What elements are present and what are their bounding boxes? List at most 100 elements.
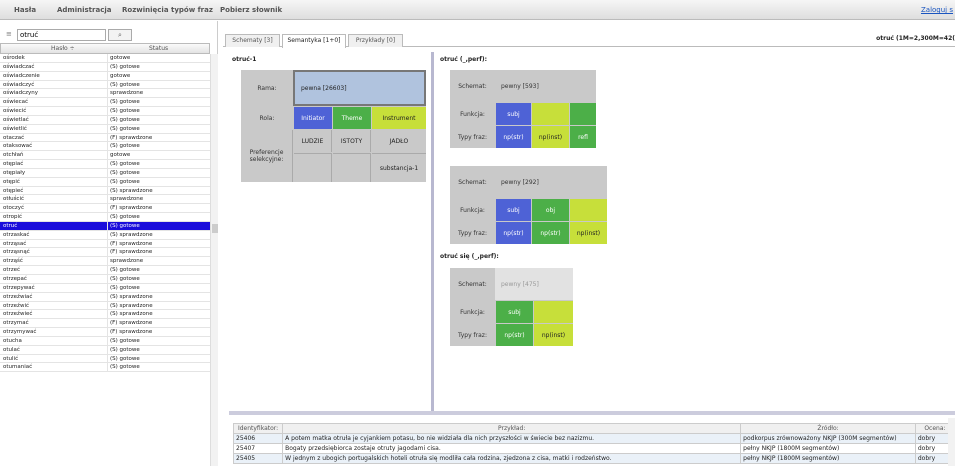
table-row[interactable]: oświadczyny sprawdzone bbox=[0, 89, 210, 99]
entry-lemma: otrzeźwiać bbox=[3, 293, 33, 300]
table-row[interactable]: otrzaskać (S) sprawdzone bbox=[0, 230, 210, 240]
rama-value[interactable]: pewna [26603] bbox=[293, 70, 426, 106]
menu-rozwiniecia[interactable]: Rozwinięcia typów fraz bbox=[122, 6, 213, 14]
entry-lemma: otaksować bbox=[3, 143, 33, 150]
table-row[interactable]: otrzeźwić (S) sprawdzone bbox=[0, 301, 210, 311]
role-initiator[interactable]: Initiator bbox=[294, 107, 332, 129]
table-row[interactable]: otępiały (S) gotowe bbox=[0, 168, 210, 178]
entry-status: (S) gotowe bbox=[110, 214, 140, 221]
table-row[interactable]: otaksować (S) gotowe bbox=[0, 142, 210, 152]
scrollbar-thumb[interactable] bbox=[212, 224, 218, 233]
table-row[interactable]: otrzeźwieć (S) sprawdzone bbox=[0, 310, 210, 320]
schema-2-func-3[interactable] bbox=[570, 199, 607, 221]
table-row[interactable]: otępieć (S) sprawdzone bbox=[0, 186, 210, 196]
column-separator bbox=[107, 363, 108, 372]
tab-schematy[interactable]: Schematy [3] bbox=[225, 34, 280, 47]
column-separator bbox=[107, 98, 108, 107]
menu-hasla[interactable]: Hasła bbox=[14, 6, 36, 14]
entry-list-scrollbar[interactable] bbox=[210, 54, 218, 466]
example-row[interactable]: 25405 W jednym z ubogich portugalskich ho… bbox=[232, 453, 955, 464]
entry-status: (S) gotowe bbox=[110, 222, 140, 229]
entry-status: (S) sprawdzone bbox=[110, 187, 153, 194]
table-row[interactable]: otrząsnąć (F) sprawdzone bbox=[0, 248, 210, 258]
table-row[interactable]: otucha (S) gotowe bbox=[0, 336, 210, 346]
search-input[interactable] bbox=[17, 29, 106, 41]
schema-1-value[interactable]: pewny [593] bbox=[495, 70, 596, 102]
role-theme[interactable]: Theme bbox=[333, 107, 371, 129]
table-row[interactable]: otrzeźwiać (S) sprawdzone bbox=[0, 292, 210, 302]
search-icon[interactable]: ⌕ bbox=[108, 29, 132, 41]
schema-1-func-subj[interactable]: subj bbox=[496, 103, 531, 125]
table-row[interactable]: oświadczyć (S) gotowe bbox=[0, 80, 210, 90]
table-row[interactable]: otruć (S) gotowe bbox=[0, 221, 210, 231]
schema-3-type-1[interactable]: np(str) bbox=[496, 324, 533, 346]
table-row[interactable]: otrzymać (F) sprawdzone bbox=[0, 319, 210, 329]
schema-2-value[interactable]: pewny [292] bbox=[495, 166, 607, 198]
header-haslo[interactable]: Hasło ÷ bbox=[51, 45, 75, 52]
schemata-group2-title: otruć się (_,perf): bbox=[440, 253, 499, 260]
entry-lemma: otropić bbox=[3, 214, 23, 221]
table-row[interactable]: otrząsać (F) sprawdzone bbox=[0, 239, 210, 249]
column-separator bbox=[107, 221, 108, 230]
menu-administracja[interactable]: Administracja bbox=[57, 6, 111, 14]
examples-scrollbar[interactable] bbox=[948, 418, 955, 466]
schema-2-type-1[interactable]: np(str) bbox=[496, 222, 531, 244]
table-row[interactable]: oświecać (S) gotowe bbox=[0, 98, 210, 108]
tab-przyklady[interactable]: Przykłady [0] bbox=[348, 34, 403, 47]
entry-lemma: otchłań bbox=[3, 152, 24, 159]
column-separator bbox=[107, 186, 108, 195]
examples-body: 25406 A potem matka otruła je cyjankiem p… bbox=[232, 433, 955, 464]
schema-2-type-3[interactable]: np(inst) bbox=[570, 222, 607, 244]
schema-1-func-3[interactable] bbox=[570, 103, 596, 125]
menu-pobierz-slownik[interactable]: Pobierz słownik bbox=[220, 6, 282, 14]
column-separator bbox=[107, 142, 108, 151]
table-row[interactable]: otchłań gotowe bbox=[0, 151, 210, 161]
table-row[interactable]: otulić (S) gotowe bbox=[0, 354, 210, 364]
entry-status: (S) gotowe bbox=[110, 143, 140, 150]
table-row[interactable]: oświetlić (S) gotowe bbox=[0, 124, 210, 134]
role-instrument[interactable]: Instrument bbox=[372, 107, 426, 129]
table-row[interactable]: otrzepywać (S) gotowe bbox=[0, 283, 210, 293]
table-row[interactable]: otulać (S) gotowe bbox=[0, 345, 210, 355]
table-row[interactable]: otrząść sprawdzone bbox=[0, 257, 210, 267]
table-row[interactable]: oświadczenie gotowe bbox=[0, 71, 210, 81]
header-status[interactable]: Status bbox=[149, 45, 168, 52]
tab-semantyka[interactable]: Semantyka [1+0] bbox=[282, 34, 346, 48]
schema-1-type-3[interactable]: refl bbox=[570, 126, 596, 148]
schema-2-func-subj[interactable]: subj bbox=[496, 199, 531, 221]
rola-label: Rola: bbox=[259, 114, 275, 122]
example-row[interactable]: 25407 Bogaty przedsiębiorca zostaje otrut… bbox=[232, 443, 955, 454]
table-row[interactable]: otropić (S) gotowe bbox=[0, 213, 210, 222]
login-link[interactable]: Zaloguj s bbox=[921, 6, 953, 14]
table-row[interactable]: otłuścić sprawdzone bbox=[0, 195, 210, 205]
schema-2-type-2[interactable]: np(str) bbox=[532, 222, 569, 244]
table-row[interactable]: otoczyć (F) sprawdzone bbox=[0, 204, 210, 214]
table-row[interactable]: otrzepać (S) gotowe bbox=[0, 275, 210, 284]
example-row[interactable]: 25406 A potem matka otruła je cyjankiem p… bbox=[232, 433, 955, 444]
schema-3-func-subj[interactable]: subj bbox=[496, 301, 533, 323]
table-row[interactable]: otrzeć (S) gotowe bbox=[0, 266, 210, 275]
table-row[interactable]: otaczać (F) sprawdzone bbox=[0, 133, 210, 143]
table-row[interactable]: otrzymywać (F) sprawdzone bbox=[0, 328, 210, 337]
table-row[interactable]: oświadczać (S) gotowe bbox=[0, 62, 210, 72]
table-row[interactable]: otępiać (S) gotowe bbox=[0, 160, 210, 169]
schema-1-type-2[interactable]: np(inst) bbox=[532, 126, 569, 148]
schema-3-type-2[interactable]: np(inst) bbox=[534, 324, 573, 346]
table-row[interactable]: otępić (S) gotowe bbox=[0, 177, 210, 187]
entry-lemma: oświetlać bbox=[3, 116, 29, 123]
table-row[interactable]: oświecić (S) gotowe bbox=[0, 107, 210, 116]
entry-status: (S) gotowe bbox=[110, 169, 140, 176]
table-row[interactable]: oświetlać (S) gotowe bbox=[0, 115, 210, 125]
panel-divider[interactable] bbox=[229, 411, 955, 415]
table-row[interactable]: ośrodek gotowe bbox=[0, 54, 210, 63]
entry-status: (S) gotowe bbox=[110, 161, 140, 168]
schema-3-value[interactable]: pewny [475] bbox=[495, 268, 573, 300]
filter-icon[interactable]: ≡ bbox=[6, 30, 12, 38]
entry-status: (S) gotowe bbox=[110, 63, 140, 70]
schema-2-func-obj[interactable]: obj bbox=[532, 199, 569, 221]
schema-1-type-1[interactable]: np(str) bbox=[496, 126, 531, 148]
entry-lemma: otrząsać bbox=[3, 240, 27, 247]
schema-1-func-2[interactable] bbox=[532, 103, 569, 125]
table-row[interactable]: otumaniać (S) gotowe bbox=[0, 363, 210, 373]
schema-3-func-2[interactable] bbox=[534, 301, 573, 323]
